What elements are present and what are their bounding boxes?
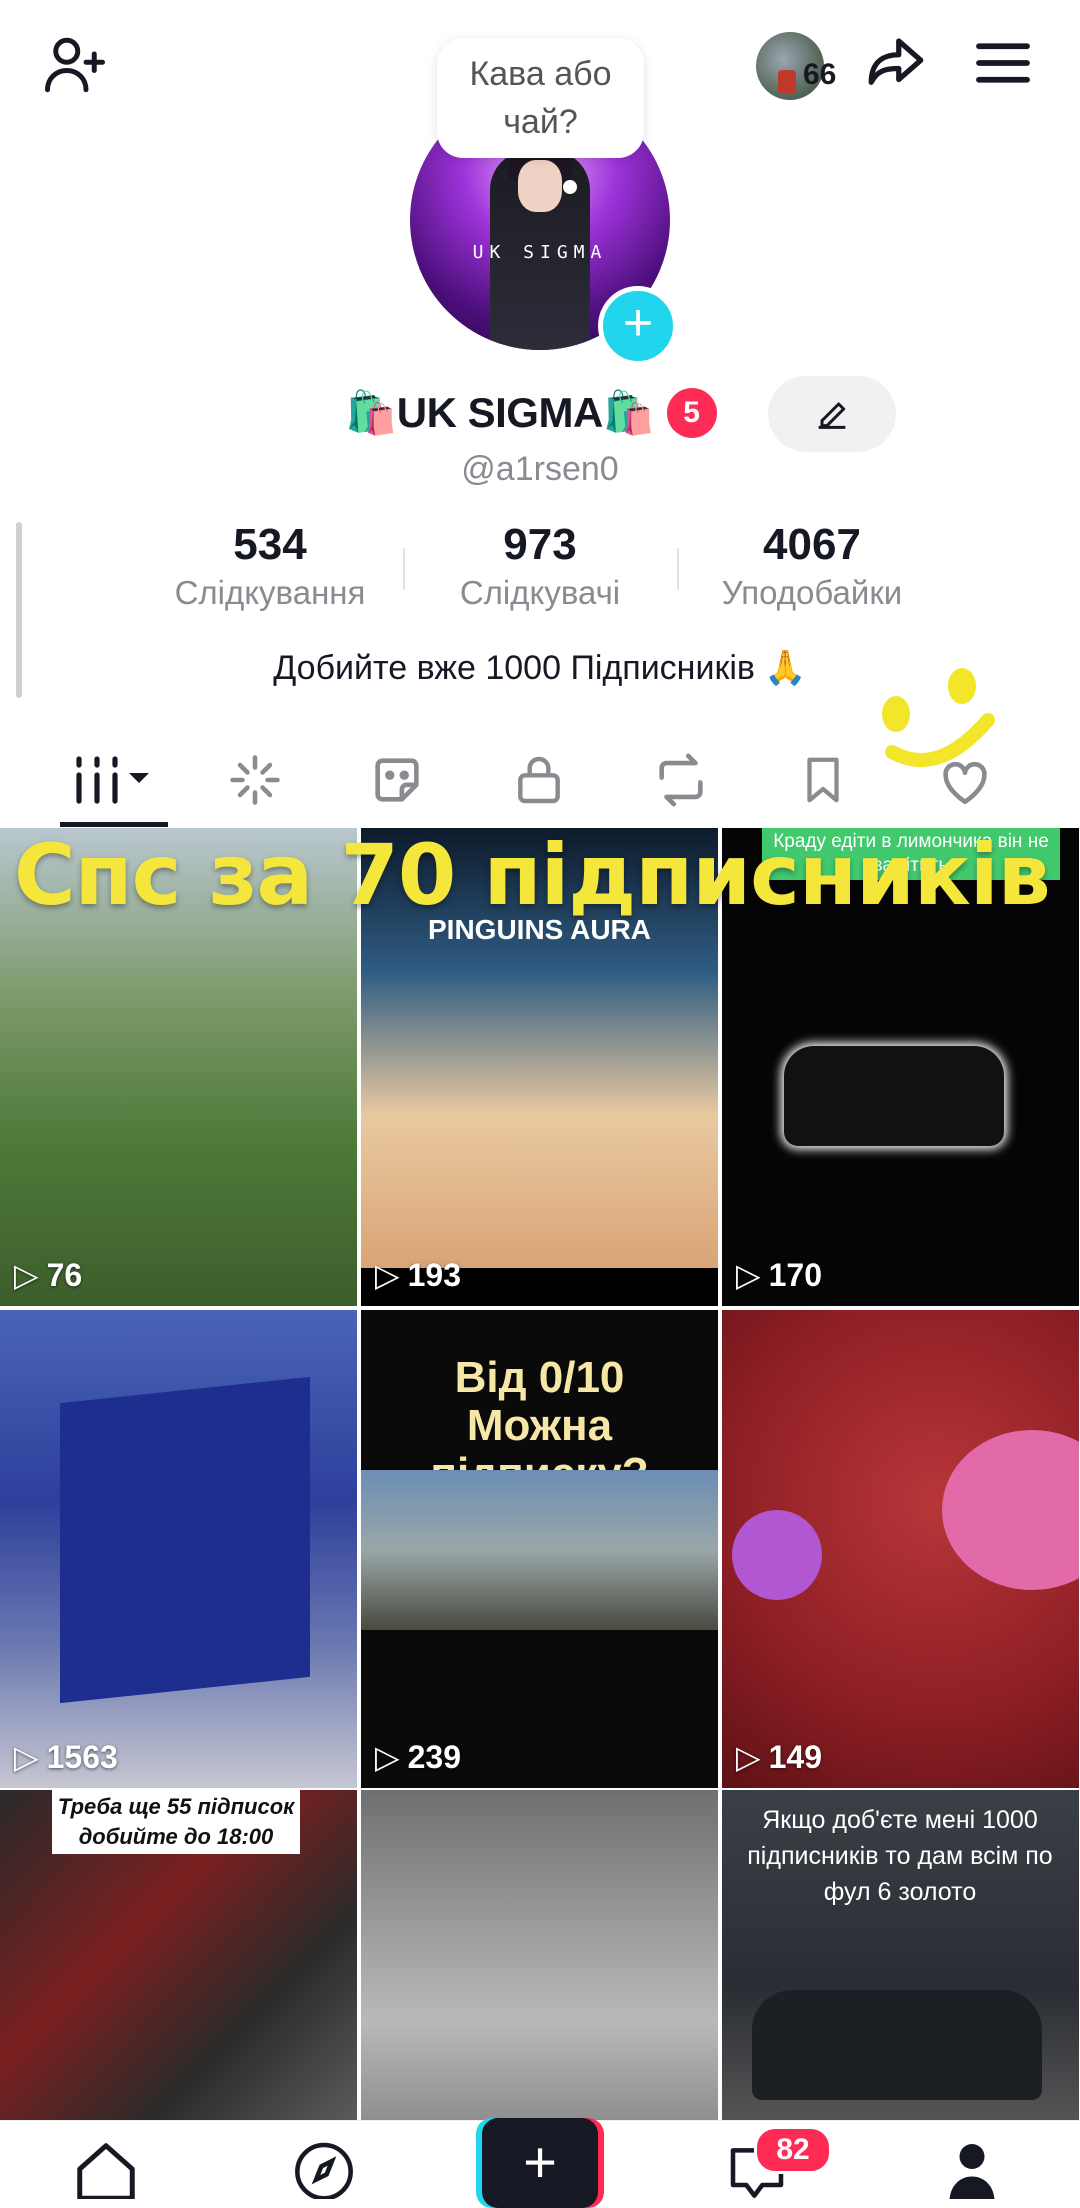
add-story-plus-icon[interactable]: + (598, 286, 678, 366)
grid-videos-icon (76, 756, 149, 804)
video-tile[interactable] (361, 1790, 718, 2120)
add-friend-button[interactable] (30, 20, 120, 110)
stat-label: Слідкувачі (459, 574, 621, 611)
tab-stickers[interactable] (326, 728, 468, 832)
video-caption: Якщо доб'єте мені 1000 підписників то да… (747, 1806, 1053, 1906)
hamburger-icon (976, 43, 1030, 83)
tab-saved[interactable] (752, 728, 894, 832)
video-tile[interactable]: Від 0/10 Можна підписку? ▷239 (361, 1310, 718, 1788)
nav-home[interactable] (46, 2139, 166, 2199)
play-icon: ▷ (736, 1739, 761, 1775)
menu-button[interactable] (962, 22, 1044, 104)
view-count: ▷ 76 (14, 1256, 83, 1294)
video-tile[interactable]: Якщо доб'єте мені 1000 підписників то да… (722, 1790, 1079, 2120)
compass-icon (295, 2142, 353, 2199)
sticker-icon (375, 758, 419, 802)
avatar-count: 66 (803, 58, 837, 91)
nav-discover[interactable] (264, 2139, 384, 2199)
stat-likes[interactable]: 4067 Уподобайки (687, 520, 937, 612)
content-tabs (0, 728, 1080, 832)
play-icon: ▷ (375, 1257, 400, 1293)
notification-badge[interactable]: 5 (666, 388, 717, 438)
edit-profile-button[interactable] (768, 376, 896, 452)
stat-label: Уподобайки (721, 574, 903, 611)
stat-value: 534 (233, 520, 307, 569)
profile-name: 🛍️UK SIGMA🛍️ (345, 388, 655, 436)
repost-icon (659, 753, 703, 807)
tab-videos[interactable] (42, 728, 184, 832)
share-icon (868, 38, 924, 85)
view-count: ▷ 193 (375, 1256, 461, 1294)
stat-following[interactable]: 534 Слідкування (145, 520, 395, 612)
nav-profile[interactable] (912, 2139, 1032, 2199)
profile-icon (949, 2144, 995, 2199)
heart-icon (943, 761, 987, 805)
avatar-label: UK SIGMA (472, 242, 608, 263)
stat-value: 973 (503, 520, 577, 569)
view-count: ▷ 149 (736, 1738, 822, 1776)
tab-liked[interactable] (894, 728, 1036, 832)
play-icon: ▷ (375, 1739, 400, 1775)
create-button[interactable]: + (482, 2118, 598, 2208)
video-tile[interactable]: ▷ 1563 (0, 1310, 357, 1788)
video-caption: Треба ще 55 підписок добийте до 18:00 (52, 1790, 300, 1854)
stat-value: 4067 (763, 520, 861, 569)
profile-handle: @a1rsen0 (461, 450, 619, 488)
play-icon: ▷ (736, 1257, 761, 1293)
tab-effects[interactable] (184, 728, 326, 832)
video-tile[interactable]: Треба ще 55 підписок добийте до 18:00 (0, 1790, 357, 2120)
pencil-icon (818, 402, 846, 429)
note-bubble[interactable]: Кава або чай? (437, 38, 644, 158)
inbox-badge: 82 (754, 2126, 832, 2174)
divider (677, 548, 679, 590)
divider (403, 548, 405, 590)
stat-label: Слідкування (174, 574, 366, 611)
view-count: ▷ 239 (375, 1738, 461, 1776)
share-button[interactable] (855, 22, 937, 104)
play-icon: ▷ (14, 1257, 39, 1293)
tab-private[interactable] (468, 728, 610, 832)
person-plus-icon (45, 37, 105, 93)
video-tile[interactable]: ▷ 149 (722, 1310, 1079, 1788)
lock-icon (518, 756, 560, 804)
bookmark-icon (807, 757, 839, 803)
plus-icon: + (523, 2130, 557, 2195)
profile-name-row: 🛍️UK SIGMA🛍️ 5 (345, 388, 717, 438)
overlay-text: Спс за 70 підписників (14, 826, 1051, 924)
play-icon: ▷ (14, 1739, 39, 1775)
home-icon (77, 2143, 135, 2199)
sparkle-icon (230, 755, 280, 805)
view-count: ▷ 170 (736, 1256, 822, 1294)
stat-followers[interactable]: 973 Слідкувачі (415, 520, 665, 612)
view-count: ▷ 1563 (14, 1738, 118, 1776)
tab-reposts[interactable] (610, 728, 752, 832)
bubble-tail (563, 180, 577, 194)
